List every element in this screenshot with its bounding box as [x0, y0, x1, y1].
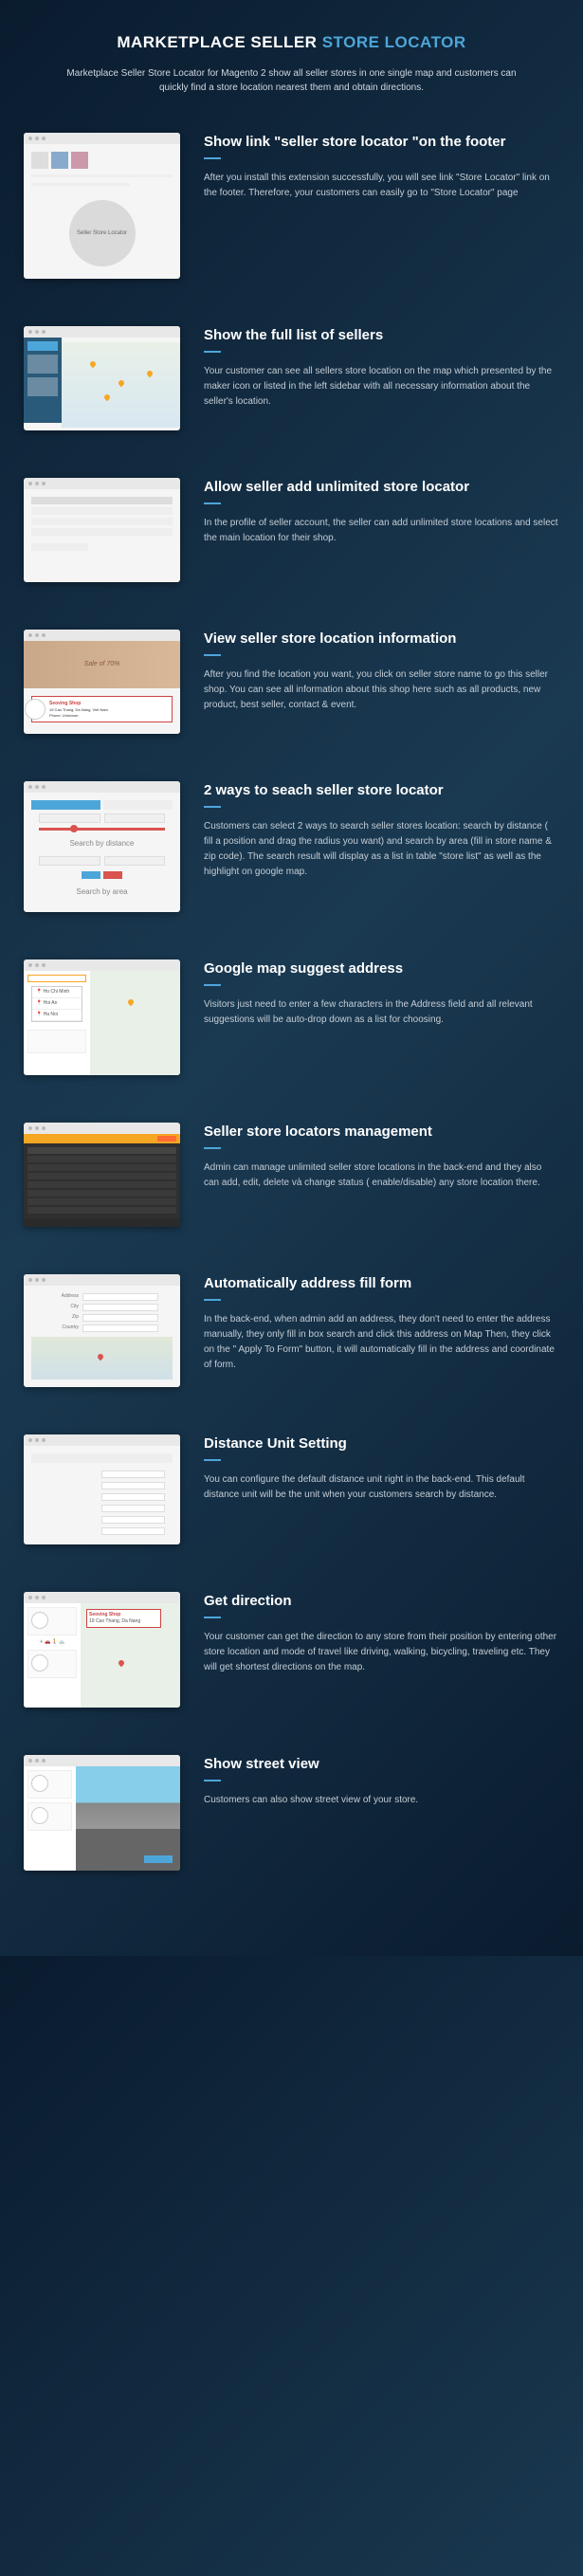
search-area-label: Search by area	[31, 886, 173, 897]
screenshot-form-map: AddressCityZipCountry	[24, 1274, 180, 1387]
search-distance-label: Search by distance	[31, 838, 173, 849]
feature-title: 2 ways to seach seller store locator	[204, 781, 559, 800]
feature-row: Allow seller add unlimited store locator…	[24, 478, 559, 582]
divider	[204, 806, 221, 808]
divider	[204, 351, 221, 353]
feature-text: Show the full list of sellers Your custom…	[204, 326, 559, 410]
feature-row: Search by distance Search by area 2 ways t…	[24, 781, 559, 912]
feature-title: Show the full list of sellers	[204, 326, 559, 345]
feature-desc: In the profile of seller account, the se…	[204, 516, 559, 546]
feature-text: View seller store location information Af…	[204, 630, 559, 713]
screenshot-config	[24, 1434, 180, 1544]
feature-text: 2 ways to seach seller store locator Cust…	[204, 781, 559, 880]
feature-desc: After you find the location you want, yo…	[204, 667, 559, 713]
feature-desc: Visitors just need to enter a few charac…	[204, 997, 559, 1028]
screenshot-admin	[24, 1123, 180, 1227]
feature-row: Distance Unit Setting You can configure t…	[24, 1434, 559, 1544]
feature-title: Show street view	[204, 1755, 559, 1774]
feature-desc: Admin can manage unlimited seller store …	[204, 1160, 559, 1191]
title-prefix: MARKETPLACE SELLER	[117, 33, 321, 51]
screenshot-popup: Sale of 70%Seoving Shop19 Cao Thang, Da …	[24, 630, 180, 734]
feature-title: Get direction	[204, 1592, 559, 1611]
page-title: MARKETPLACE SELLER STORE LOCATOR	[24, 33, 559, 52]
feature-row: Show street view Customers can also show …	[24, 1755, 559, 1871]
feature-text: Google map suggest address Visitors just …	[204, 959, 559, 1028]
feature-title: Allow seller add unlimited store locator	[204, 478, 559, 497]
feature-desc: Your customer can get the direction to a…	[204, 1630, 559, 1675]
screenshot-street	[24, 1755, 180, 1871]
feature-desc: You can configure the default distance u…	[204, 1472, 559, 1503]
feature-title: Show link "seller store locator "on the …	[204, 133, 559, 152]
screenshot-search: Search by distance Search by area	[24, 781, 180, 912]
screenshot-direction: ✈ 🚗 🚶 🚲Seoving Shop19 Cao Thang, Da Nang	[24, 1592, 180, 1708]
page-subtitle: Marketplace Seller Store Locator for Mag…	[64, 66, 519, 95]
feature-text: Show street view Customers can also show …	[204, 1755, 559, 1808]
feature-title: Distance Unit Setting	[204, 1434, 559, 1453]
feature-text: Seller store locators management Admin ca…	[204, 1123, 559, 1191]
feature-row: Seller Store Locator Show link "seller st…	[24, 133, 559, 279]
screenshot-table	[24, 478, 180, 582]
divider	[204, 1147, 221, 1149]
divider	[204, 1617, 221, 1618]
feature-row: AddressCityZipCountryAutomatically addre…	[24, 1274, 559, 1387]
divider	[204, 157, 221, 159]
divider	[204, 1299, 221, 1301]
feature-text: Get direction Your customer can get the d…	[204, 1592, 559, 1675]
feature-desc: In the back-end, when admin add an addre…	[204, 1312, 559, 1373]
divider	[204, 502, 221, 504]
feature-desc: Your customer can see all sellers store …	[204, 364, 559, 410]
screenshot-suggest: 📍 Ho Chi Minh📍 Hoi An📍 Ha Noi	[24, 959, 180, 1075]
feature-title: View seller store location information	[204, 630, 559, 649]
feature-title: Seller store locators management	[204, 1123, 559, 1142]
feature-desc: After you install this extension success…	[204, 171, 559, 201]
feature-row: Seller store locators management Admin ca…	[24, 1123, 559, 1227]
footer-link-circle: Seller Store Locator	[69, 200, 136, 266]
divider	[204, 1459, 221, 1461]
suggest-item: 📍 Ha Noi	[32, 1010, 82, 1021]
feature-text: Allow seller add unlimited store locator…	[204, 478, 559, 546]
feature-desc: Customers can also show street view of y…	[204, 1793, 559, 1808]
feature-text: Distance Unit Setting You can configure t…	[204, 1434, 559, 1503]
feature-row: 📍 Ho Chi Minh📍 Hoi An📍 Ha Noi Google map …	[24, 959, 559, 1075]
feature-title: Google map suggest address	[204, 959, 559, 978]
feature-row: ✈ 🚗 🚶 🚲Seoving Shop19 Cao Thang, Da Nang…	[24, 1592, 559, 1708]
screenshot-footer: Seller Store Locator	[24, 133, 180, 279]
divider	[204, 984, 221, 986]
screenshot-map-list	[24, 326, 180, 430]
divider	[204, 1780, 221, 1781]
title-highlight: STORE LOCATOR	[322, 33, 466, 51]
feature-title: Automatically address fill form	[204, 1274, 559, 1293]
feature-row: Show the full list of sellers Your custom…	[24, 326, 559, 430]
divider	[204, 654, 221, 656]
feature-text: Show link "seller store locator "on the …	[204, 133, 559, 201]
suggest-item: 📍 Ho Chi Minh	[32, 987, 82, 998]
suggest-item: 📍 Hoi An	[32, 998, 82, 1010]
feature-desc: Customers can select 2 ways to search se…	[204, 819, 559, 880]
feature-text: Automatically address fill form In the ba…	[204, 1274, 559, 1373]
feature-row: Sale of 70%Seoving Shop19 Cao Thang, Da …	[24, 630, 559, 734]
